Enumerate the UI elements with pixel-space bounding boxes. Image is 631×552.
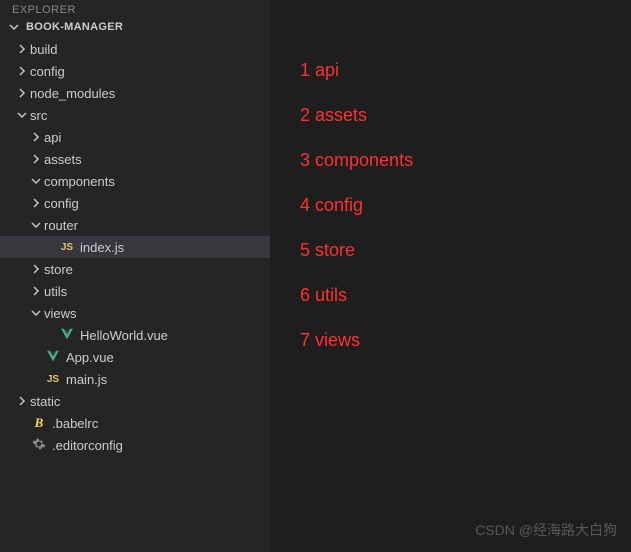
vue-file-icon bbox=[58, 327, 76, 344]
chevron-right-icon bbox=[14, 66, 30, 76]
tree-item-label: api bbox=[44, 130, 61, 145]
tree-item-label: .editorconfig bbox=[52, 438, 123, 453]
annotation-item: 5 store bbox=[300, 240, 611, 261]
tree-folder-api[interactable]: api bbox=[0, 126, 270, 148]
project-root-name: BOOK-MANAGER bbox=[26, 21, 123, 33]
annotation-item: 6 utils bbox=[300, 285, 611, 306]
tree-file-indexjs[interactable]: JS index.js bbox=[0, 236, 270, 258]
tree-item-label: .babelrc bbox=[52, 416, 98, 431]
chevron-right-icon bbox=[28, 132, 44, 142]
tree-item-label: App.vue bbox=[66, 350, 114, 365]
watermark-text: CSDN @经海路大白狗 bbox=[475, 520, 617, 540]
chevron-right-icon bbox=[14, 44, 30, 54]
chevron-right-icon bbox=[14, 88, 30, 98]
project-root-header[interactable]: BOOK-MANAGER bbox=[0, 18, 270, 36]
tree-item-label: index.js bbox=[80, 240, 124, 255]
tree-folder-store[interactable]: store bbox=[0, 258, 270, 280]
chevron-right-icon bbox=[28, 154, 44, 164]
tree-folder-config[interactable]: config bbox=[0, 60, 270, 82]
tree-folder-router[interactable]: router bbox=[0, 214, 270, 236]
chevron-down-icon bbox=[28, 220, 44, 230]
tree-item-label: config bbox=[30, 64, 65, 79]
tree-item-label: components bbox=[44, 174, 115, 189]
annotation-item: 2 assets bbox=[300, 105, 611, 126]
chevron-right-icon bbox=[14, 396, 30, 406]
js-file-icon: JS bbox=[44, 374, 62, 385]
chevron-down-icon bbox=[28, 176, 44, 186]
tree-file-mainjs[interactable]: JS main.js bbox=[0, 368, 270, 390]
chevron-down-icon bbox=[28, 308, 44, 318]
tree-folder-node_modules[interactable]: node_modules bbox=[0, 82, 270, 104]
tree-folder-src[interactable]: src bbox=[0, 104, 270, 126]
tree-file-babelrc[interactable]: B .babelrc bbox=[0, 412, 270, 434]
tree-file-appvue[interactable]: App.vue bbox=[0, 346, 270, 368]
tree-item-label: views bbox=[44, 306, 77, 321]
tree-item-label: build bbox=[30, 42, 57, 57]
tree-folder-build[interactable]: build bbox=[0, 38, 270, 60]
tree-item-label: main.js bbox=[66, 372, 107, 387]
chevron-down-icon bbox=[6, 22, 22, 32]
chevron-right-icon bbox=[28, 198, 44, 208]
tree-item-label: utils bbox=[44, 284, 67, 299]
file-tree: build config node_modulessrc api assets compo… bbox=[0, 36, 270, 456]
annotation-item: 3 components bbox=[300, 150, 611, 171]
tree-item-label: node_modules bbox=[30, 86, 115, 101]
chevron-right-icon bbox=[28, 264, 44, 274]
annotation-item: 1 api bbox=[300, 60, 611, 81]
tree-folder-components[interactable]: components bbox=[0, 170, 270, 192]
tree-item-label: static bbox=[30, 394, 60, 409]
gear-file-icon bbox=[30, 437, 48, 454]
tree-folder-static[interactable]: static bbox=[0, 390, 270, 412]
tree-file-editorconfig[interactable]: .editorconfig bbox=[0, 434, 270, 456]
tree-folder-config2[interactable]: config bbox=[0, 192, 270, 214]
tree-item-label: assets bbox=[44, 152, 82, 167]
annotation-item: 7 views bbox=[300, 330, 611, 351]
tree-item-label: config bbox=[44, 196, 79, 211]
tree-folder-views[interactable]: views bbox=[0, 302, 270, 324]
tree-item-label: src bbox=[30, 108, 47, 123]
explorer-section-label: EXPLORER bbox=[0, 0, 270, 18]
annotation-item: 4 config bbox=[300, 195, 611, 216]
tree-file-hello[interactable]: HelloWorld.vue bbox=[0, 324, 270, 346]
annotation-panel: 1 api 2 assets 3 components 4 config 5 store… bbox=[270, 0, 631, 552]
vue-file-icon bbox=[44, 349, 62, 366]
tree-item-label: store bbox=[44, 262, 73, 277]
chevron-down-icon bbox=[14, 110, 30, 120]
tree-folder-assets[interactable]: assets bbox=[0, 148, 270, 170]
babel-file-icon: B bbox=[30, 415, 48, 431]
tree-folder-utils[interactable]: utils bbox=[0, 280, 270, 302]
js-file-icon: JS bbox=[58, 242, 76, 253]
explorer-sidebar: EXPLORER BOOK-MANAGER build config node_mo… bbox=[0, 0, 270, 552]
tree-item-label: HelloWorld.vue bbox=[80, 328, 168, 343]
chevron-right-icon bbox=[28, 286, 44, 296]
tree-item-label: router bbox=[44, 218, 78, 233]
